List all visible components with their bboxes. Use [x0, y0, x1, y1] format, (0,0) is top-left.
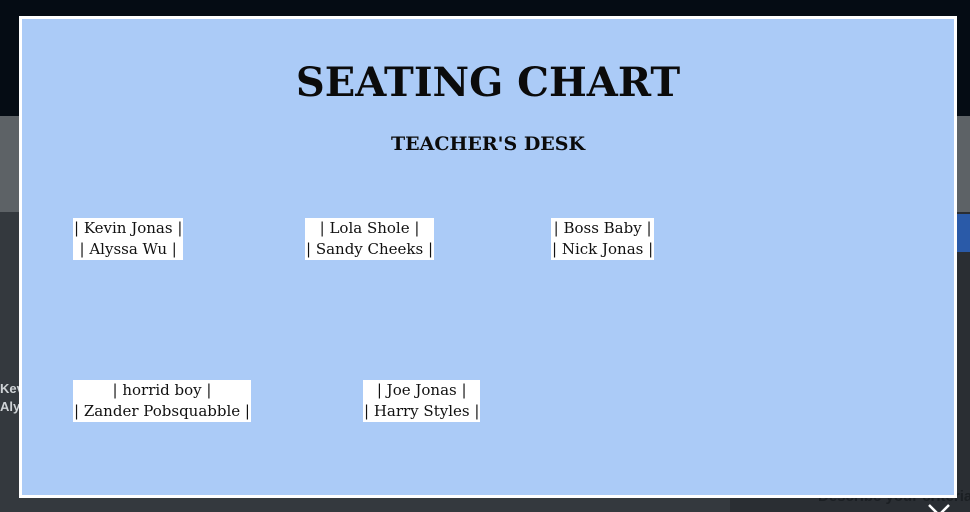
background-text-line: Aly: [0, 399, 20, 414]
seat-pair[interactable]: | Kevin Jonas | | Alyssa Wu |: [73, 218, 184, 260]
seat-student-name: | Boss Baby |: [553, 219, 652, 237]
seat-student-name: | Zander Pobsquabble |: [74, 402, 250, 420]
seat-pair[interactable]: | horrid boy | | Zander Pobsquabble |: [73, 380, 251, 422]
seat-student-name: | Sandy Cheeks |: [306, 240, 434, 258]
background-seat-text: Kev Aly: [0, 380, 20, 416]
seat-pair[interactable]: | Joe Jonas | | Harry Styles |: [363, 380, 481, 422]
seating-chart-modal: SEATING CHART TEACHER'S DESK | Kevin Jon…: [19, 16, 957, 498]
seat-student-name: | Joe Jonas |: [376, 381, 467, 399]
seat-student-name: | Alyssa Wu |: [79, 240, 177, 258]
close-icon[interactable]: [926, 502, 952, 512]
background-text-line: Kev: [0, 381, 20, 396]
teacher-desk-label: TEACHER'S DESK: [390, 133, 586, 155]
seat-student-name: | Nick Jonas |: [552, 240, 654, 258]
seat-student-name: | Harry Styles |: [364, 402, 480, 420]
seat-student-name: | Kevin Jonas |: [74, 219, 183, 237]
seat-student-name: | horrid boy |: [112, 381, 212, 399]
modal-title: SEATING CHART: [295, 59, 681, 106]
seat-pair[interactable]: | Lola Shole | | Sandy Cheeks |: [305, 218, 435, 260]
seat-student-name: | Lola Shole |: [319, 219, 420, 237]
seat-pair[interactable]: | Boss Baby | | Nick Jonas |: [551, 218, 655, 260]
